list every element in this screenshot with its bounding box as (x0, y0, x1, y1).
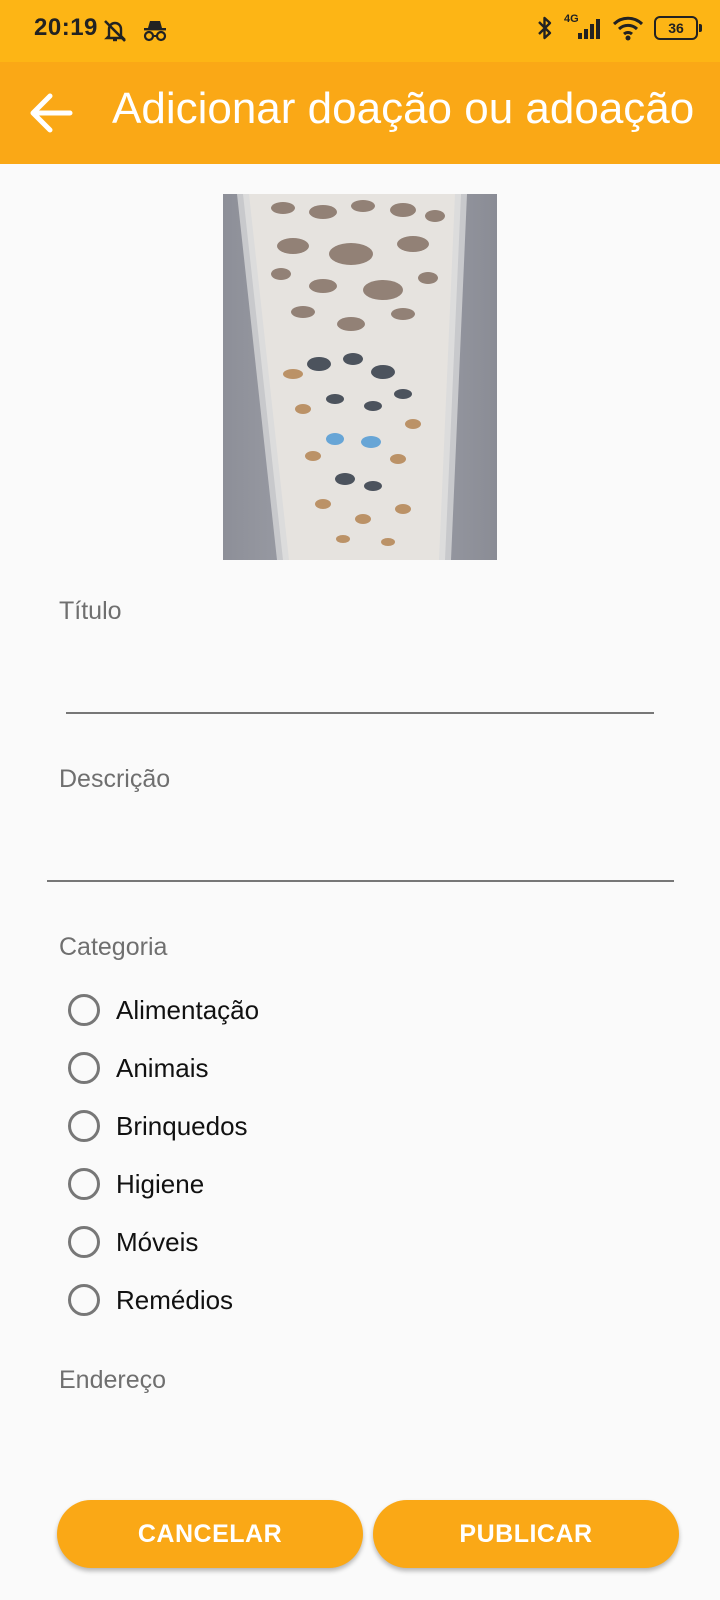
description-input[interactable] (47, 880, 674, 882)
category-option-moveis[interactable]: Móveis (68, 1220, 198, 1264)
photo-image (223, 194, 497, 560)
radio-button[interactable] (68, 994, 100, 1026)
category-option-alimentacao[interactable]: Alimentação (68, 988, 259, 1032)
radio-button[interactable] (68, 1168, 100, 1200)
bluetooth-icon (538, 16, 552, 40)
category-option-animais[interactable]: Animais (68, 1046, 208, 1090)
address-label: Endereço (59, 1366, 167, 1394)
radio-button[interactable] (68, 1052, 100, 1084)
cancel-button[interactable]: CANCELAR (57, 1500, 363, 1568)
signal-indicator: 4G (564, 13, 602, 41)
status-bar: 20:19 4G 36 (0, 0, 720, 62)
page-title: Adicionar doação ou adoação (112, 84, 695, 133)
category-option-brinquedos[interactable]: Brinquedos (68, 1104, 248, 1148)
status-time: 20:19 (34, 14, 98, 41)
battery-level: 36 (668, 20, 684, 36)
category-option-higiene[interactable]: Higiene (68, 1162, 204, 1206)
battery-icon: 36 (654, 16, 702, 40)
wifi-icon (612, 16, 644, 41)
signal-icon (578, 19, 600, 39)
title-field-label: Título (59, 597, 122, 625)
description-field-label: Descrição (59, 765, 171, 793)
category-option-remedios[interactable]: Remédios (68, 1278, 233, 1322)
radio-button[interactable] (68, 1226, 100, 1258)
muted-bell-icon (104, 20, 126, 42)
category-label: Categoria (59, 933, 168, 961)
title-input[interactable] (66, 712, 654, 714)
app-toolbar: Adicionar doação ou adoação (0, 62, 720, 164)
radio-button[interactable] (68, 1110, 100, 1142)
back-arrow-icon[interactable] (28, 90, 74, 136)
publish-button[interactable]: PUBLICAR (373, 1500, 679, 1568)
radio-button[interactable] (68, 1284, 100, 1316)
item-photo[interactable] (223, 194, 497, 560)
incognito-icon (143, 21, 167, 42)
